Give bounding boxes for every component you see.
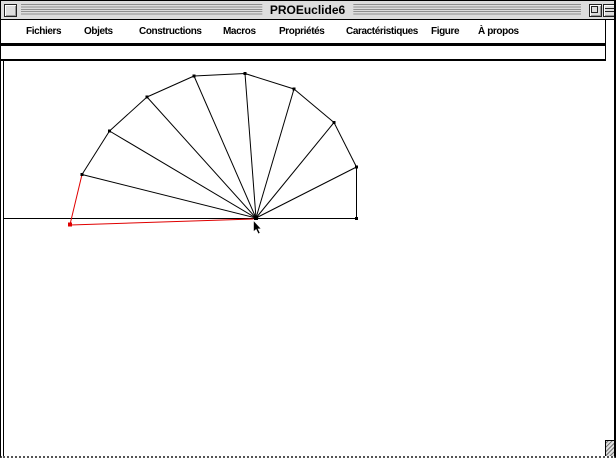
menu-fichiers[interactable]: Fichiers [26, 20, 61, 43]
collapse-box-icon[interactable] [603, 4, 616, 17]
window-title: PROEuclide6 [262, 3, 353, 17]
zoom-box-icon[interactable] [589, 4, 602, 17]
menu-proprietes[interactable]: Propriétés [279, 20, 324, 43]
collapse-box-line [605, 8, 614, 9]
titlebar[interactable]: PROEuclide6 [1, 1, 614, 20]
menu-figure[interactable]: Figure [431, 20, 459, 43]
menu-caracteristiques[interactable]: Caractéristiques [346, 20, 418, 43]
menu-macros[interactable]: Macros [223, 20, 256, 43]
menu-a-propos[interactable]: À propos [478, 20, 519, 43]
menu-constructions[interactable]: Constructions [139, 20, 202, 43]
collapse-box-line [605, 11, 614, 12]
drawing-canvas[interactable] [3, 61, 606, 457]
app-window: PROEuclide6 Fichiers Objets Construction… [0, 0, 616, 458]
zoom-box-inner-square [591, 6, 598, 13]
resize-grip-icon[interactable] [605, 440, 616, 457]
close-box-icon[interactable] [4, 4, 17, 17]
menubar: Fichiers Objets Constructions Macros Pro… [1, 20, 605, 46]
menu-objets[interactable]: Objets [84, 20, 113, 43]
